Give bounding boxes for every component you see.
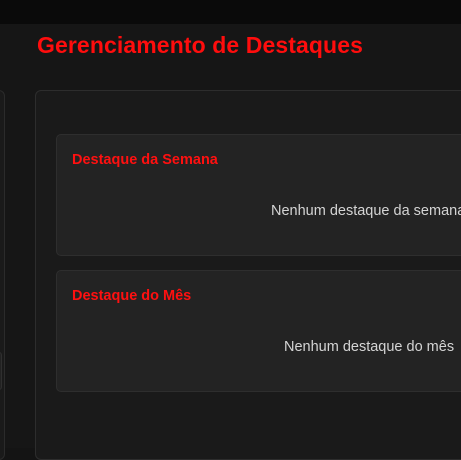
- month-highlight-empty-message: Nenhum destaque do mês: [284, 339, 455, 355]
- page-title: Gerenciamento de Destaques: [37, 32, 363, 58]
- week-highlight-card: Destaque da Semana Nenhum destaque da se…: [56, 134, 461, 256]
- week-highlight-empty-message: Nenhum destaque da semana: [271, 203, 461, 219]
- left-side-panel: [0, 90, 5, 460]
- month-highlight-title: Destaque do Mês: [72, 288, 192, 304]
- week-highlight-title: Destaque da Semana: [72, 152, 218, 168]
- top-bar: [0, 0, 461, 24]
- side-panel-handle[interactable]: [0, 352, 2, 390]
- month-highlight-card: Destaque do Mês Nenhum destaque do mês: [56, 270, 461, 392]
